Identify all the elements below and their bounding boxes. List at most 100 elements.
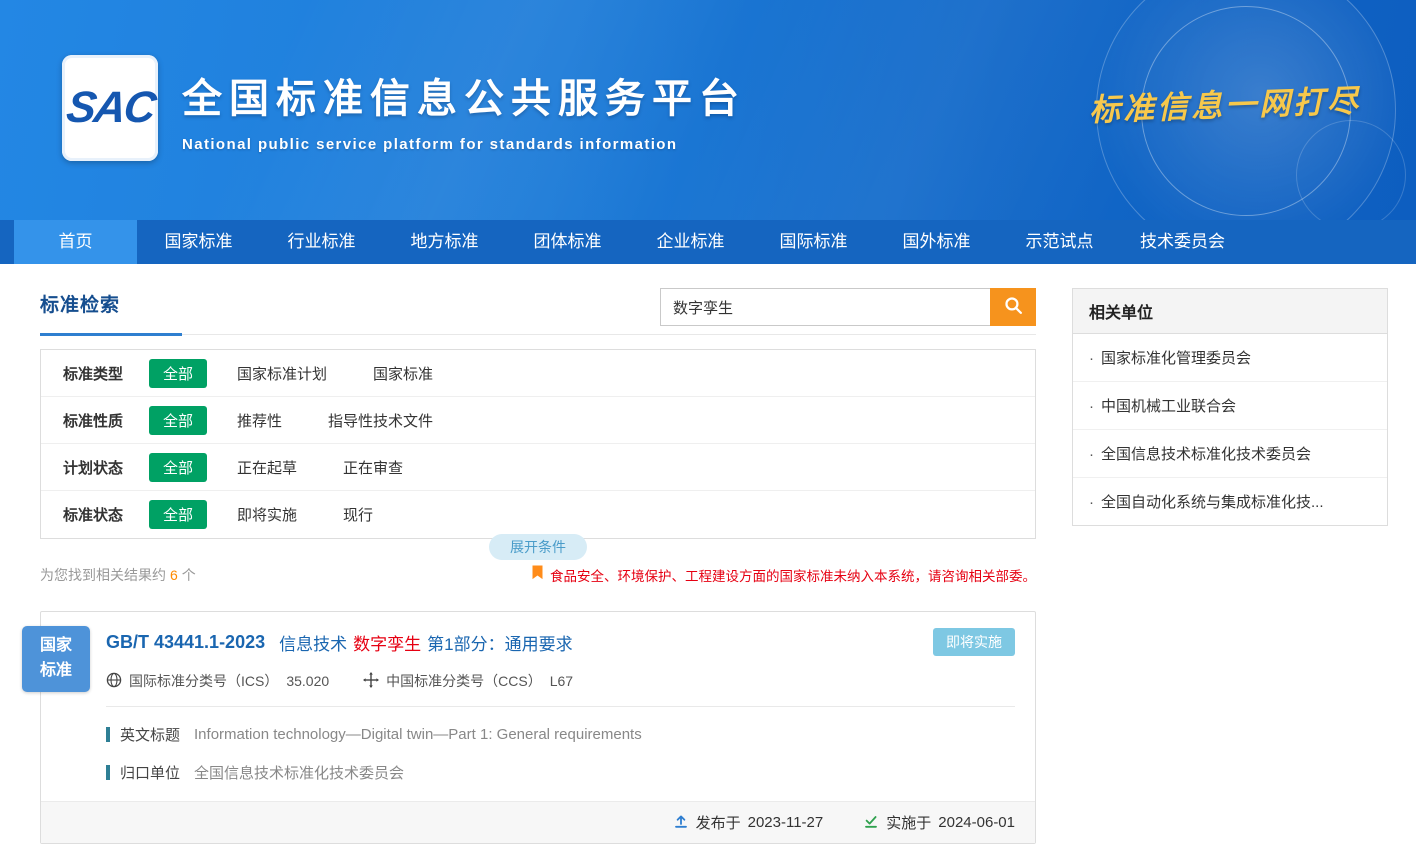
nav-item-enterprise-standards[interactable]: 企业标准 bbox=[629, 220, 752, 264]
search-section: 标准检索 bbox=[40, 288, 1036, 335]
section-title: 标准检索 bbox=[40, 295, 120, 316]
nav-item-technical-committee[interactable]: 技术委员会 bbox=[1121, 220, 1244, 264]
dept-value: 全国信息技术标准化技术委员会 bbox=[194, 762, 404, 783]
row-marker bbox=[106, 727, 110, 742]
filter-option[interactable]: 即将实施 bbox=[237, 504, 297, 525]
tab-standard-search[interactable]: 标准检索 bbox=[40, 290, 182, 336]
english-title-row: 英文标题 Information technology—Digital twin… bbox=[106, 724, 1015, 745]
card-head: GB/T 43441.1-2023 信息技术 数字孪生 第1部分：通用要求 即将… bbox=[106, 628, 1015, 656]
expand-wrap: 展开条件 bbox=[40, 539, 1036, 553]
banner-slogan: 标准信息一网打尽 bbox=[1088, 75, 1361, 129]
ics-label: 国际标准分类号（ICS） bbox=[129, 671, 278, 691]
site-banner: SAC 全国标准信息公共服务平台 National public service… bbox=[0, 0, 1416, 220]
card-divider bbox=[106, 706, 1015, 707]
nav-item-international-standards[interactable]: 国际标准 bbox=[752, 220, 875, 264]
nav-item-national-standards[interactable]: 国家标准 bbox=[137, 220, 260, 264]
filter-all-button[interactable]: 全部 bbox=[149, 406, 207, 435]
filter-all-button[interactable]: 全部 bbox=[149, 359, 207, 388]
ccs-value: L67 bbox=[550, 673, 573, 689]
standard-code-link[interactable]: GB/T 43441.1-2023 bbox=[106, 632, 265, 653]
implement-label: 实施于 bbox=[886, 812, 931, 833]
nav-item-industry-standards[interactable]: 行业标准 bbox=[260, 220, 383, 264]
badge-line1: 国家 bbox=[40, 634, 72, 659]
globe-circle bbox=[1096, 0, 1396, 220]
english-title-label: 英文标题 bbox=[120, 724, 180, 745]
related-unit-item[interactable]: 国家标准化管理委员会 bbox=[1073, 334, 1387, 382]
filter-label: 计划状态 bbox=[63, 457, 149, 478]
publish-date: 2023-11-27 bbox=[748, 814, 824, 831]
notice-flag-icon bbox=[531, 565, 544, 585]
status-badge: 即将实施 bbox=[933, 628, 1015, 656]
related-unit-item[interactable]: 中国机械工业联合会 bbox=[1073, 382, 1387, 430]
result-card: 国家 标准 GB/T 43441.1-2023 信息技术 数字孪生 第1部分：通… bbox=[40, 611, 1036, 844]
related-unit-item[interactable]: 全国自动化系统与集成标准化技... bbox=[1073, 478, 1387, 525]
search-button[interactable] bbox=[990, 288, 1036, 326]
filter-option[interactable]: 国家标准计划 bbox=[237, 363, 327, 384]
filter-row-type: 标准类型 全部 国家标准计划 国家标准 bbox=[41, 350, 1035, 397]
result-count: 为您找到相关结果约6个 bbox=[40, 565, 196, 585]
filter-all-button[interactable]: 全部 bbox=[149, 453, 207, 482]
result-count-number: 6 bbox=[170, 567, 178, 583]
sac-logo-text: SAC bbox=[63, 83, 157, 133]
filter-row-plan-status: 计划状态 全部 正在起草 正在审查 bbox=[41, 444, 1035, 491]
standard-title-part2[interactable]: 第1部分：通用要求 bbox=[427, 630, 572, 655]
main-nav: 首页 国家标准 行业标准 地方标准 团体标准 企业标准 国际标准 国外标准 示范… bbox=[0, 220, 1416, 264]
card-body: GB/T 43441.1-2023 信息技术 数字孪生 第1部分：通用要求 即将… bbox=[41, 612, 1035, 801]
card-footer: 发布于 2023-11-27 实施于 2024-06-01 bbox=[41, 801, 1035, 843]
page: SAC 全国标准信息公共服务平台 National public service… bbox=[0, 0, 1416, 844]
globe-decoration bbox=[996, 0, 1416, 220]
nav-item-local-standards[interactable]: 地方标准 bbox=[383, 220, 506, 264]
dept-label: 归口单位 bbox=[120, 762, 180, 783]
nav-item-foreign-standards[interactable]: 国外标准 bbox=[875, 220, 998, 264]
globe-icon bbox=[106, 672, 122, 691]
result-count-suffix: 个 bbox=[182, 567, 196, 583]
related-units-panel: 相关单位 国家标准化管理委员会 中国机械工业联合会 全国信息技术标准化技术委员会… bbox=[1072, 288, 1388, 526]
ics-value: 35.020 bbox=[286, 673, 329, 689]
filter-panel: 标准类型 全部 国家标准计划 国家标准 标准性质 全部 推荐性 指导性技术文件 … bbox=[40, 349, 1036, 539]
sac-logo[interactable]: SAC bbox=[62, 55, 158, 161]
filter-option[interactable]: 指导性技术文件 bbox=[328, 410, 433, 431]
row-marker bbox=[106, 765, 110, 780]
filter-option[interactable]: 现行 bbox=[343, 504, 373, 525]
filter-option[interactable]: 推荐性 bbox=[237, 410, 282, 431]
filter-label: 标准类型 bbox=[63, 363, 149, 384]
related-units-list: 国家标准化管理委员会 中国机械工业联合会 全国信息技术标准化技术委员会 全国自动… bbox=[1073, 334, 1387, 525]
card-meta: 国际标准分类号（ICS） 35.020 中国标准分类号（CCS） L67 bbox=[106, 671, 1015, 691]
filter-option[interactable]: 正在起草 bbox=[237, 457, 297, 478]
compass-icon bbox=[363, 672, 379, 691]
content-area: 标准检索 标准类型 全部 国家标准计划 国家标准 bbox=[0, 264, 1416, 844]
dept-row: 归口单位 全国信息技术标准化技术委员会 bbox=[106, 762, 1015, 783]
expand-conditions-button[interactable]: 展开条件 bbox=[489, 534, 587, 560]
results-info-row: 为您找到相关结果约6个 食品安全、环境保护、工程建设方面的国家标准未纳入本系统，… bbox=[40, 565, 1036, 585]
implement-date-item: 实施于 2024-06-01 bbox=[863, 812, 1015, 833]
globe-circle bbox=[1141, 6, 1351, 216]
result-count-prefix: 为您找到相关结果约 bbox=[40, 567, 166, 583]
filter-row-nature: 标准性质 全部 推荐性 指导性技术文件 bbox=[41, 397, 1035, 444]
implement-icon bbox=[863, 813, 879, 833]
site-title-en: National public service platform for sta… bbox=[182, 136, 746, 153]
standard-title-part1[interactable]: 信息技术 bbox=[279, 630, 347, 655]
ccs-label: 中国标准分类号（CCS） bbox=[386, 671, 542, 691]
filter-row-standard-status: 标准状态 全部 即将实施 现行 bbox=[41, 491, 1035, 538]
nav-item-home[interactable]: 首页 bbox=[14, 220, 137, 264]
search-input[interactable] bbox=[660, 288, 990, 326]
site-titles: 全国标准信息公共服务平台 National public service pla… bbox=[182, 66, 746, 153]
publish-date-item: 发布于 2023-11-27 bbox=[673, 812, 824, 833]
publish-icon bbox=[673, 813, 689, 833]
standard-title-highlight[interactable]: 数字孪生 bbox=[353, 630, 421, 655]
search-icon bbox=[1004, 296, 1023, 318]
filter-all-button[interactable]: 全部 bbox=[149, 500, 207, 529]
nav-item-pilot[interactable]: 示范试点 bbox=[998, 220, 1121, 264]
implement-date: 2024-06-01 bbox=[938, 814, 1015, 831]
filter-option[interactable]: 正在审查 bbox=[343, 457, 403, 478]
national-standard-badge[interactable]: 国家 标准 bbox=[22, 626, 90, 692]
nav-item-group-standards[interactable]: 团体标准 bbox=[506, 220, 629, 264]
site-title-cn: 全国标准信息公共服务平台 bbox=[182, 66, 746, 124]
notice-text: 食品安全、环境保护、工程建设方面的国家标准未纳入本系统，请咨询相关部委。 bbox=[550, 565, 1036, 585]
main-column: 标准检索 标准类型 全部 国家标准计划 国家标准 bbox=[40, 288, 1036, 844]
related-unit-item[interactable]: 全国信息技术标准化技术委员会 bbox=[1073, 430, 1387, 478]
publish-label: 发布于 bbox=[696, 812, 741, 833]
filter-label: 标准状态 bbox=[63, 504, 149, 525]
related-units-title: 相关单位 bbox=[1073, 289, 1387, 334]
filter-option[interactable]: 国家标准 bbox=[373, 363, 433, 384]
